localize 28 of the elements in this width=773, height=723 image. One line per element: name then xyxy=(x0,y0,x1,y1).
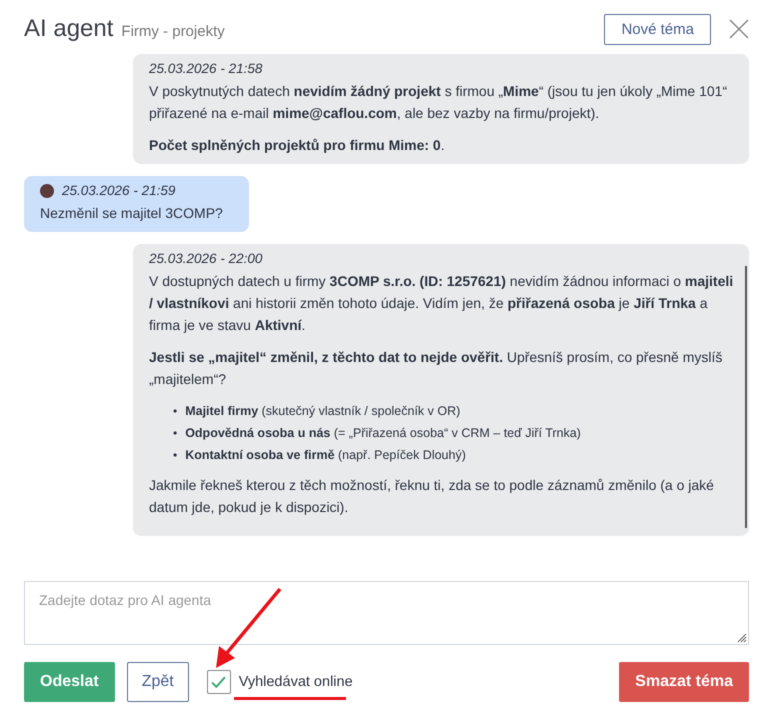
online-search-label[interactable]: Vyhledávat online xyxy=(238,674,353,690)
message-text: Nezměnil se majitel 3COMP? xyxy=(40,204,223,223)
message-timestamp: 25.03.2026 - 21:59 xyxy=(62,182,176,200)
avatar-icon xyxy=(40,184,54,198)
message-text: Jestli se „majitel“ změnil, z těchto dat to nejde ověřit. Upřesníš prosím, co přesně myslíš „majitelem“? xyxy=(149,348,724,389)
message-timestamp: 25.03.2026 - 21:58 xyxy=(149,60,262,78)
list-bullet: • xyxy=(173,447,178,464)
online-search-checkbox[interactable] xyxy=(206,670,231,694)
list-bullet: • xyxy=(173,425,178,442)
scrollbar-thumb[interactable] xyxy=(745,266,747,528)
list-item: Kontaktní osoba ve firmě (např. Pepíček Dlouhý) xyxy=(185,447,466,464)
close-icon[interactable] xyxy=(729,19,749,39)
message-text: V poskytnutých datech nevidím žádný projekt s firmou „Mime“ (jsou tu jen úkoly „Mime 101“ přiřazené na e-mail mime@caflou.com, ale bez vazby na firmu/projekt). xyxy=(149,82,728,123)
question-input-field[interactable]: Zadejte dotaz pro AI agenta xyxy=(24,581,749,645)
check-icon xyxy=(211,676,226,688)
back-button[interactable]: Zpět xyxy=(126,662,189,702)
message-text: Počet splněných projektů pro firmu Mime: 0. xyxy=(149,136,446,155)
message-text: V dostupných datech u firmy 3COMP s.r.o. (ID: 1257621) nevidím žádnou informaci o majiteli / vlastníkovi ani historii změn tohoto údaje. Vidím jen, že přiřazená osoba je Jiří Trnka a firma je ve stavu Aktivní. xyxy=(149,272,734,335)
dialog-title: AI agent xyxy=(24,15,114,43)
new-topic-button[interactable]: Nové téma xyxy=(604,14,711,44)
dialog-subtitle: Firmy - projekty xyxy=(121,22,225,40)
list-item: Odpovědná osoba u nás (= „Přiřazená osoba“ v CRM – teď Jiří Trnka) xyxy=(185,425,581,442)
list-item: Majitel firmy (skutečný vlastník / společník v OR) xyxy=(185,403,460,420)
message-timestamp: 25.03.2026 - 22:00 xyxy=(149,250,262,268)
message-text: Jakmile řekneš kterou z těch možností, řeknu ti, zda se to podle záznamů změnilo (a o jaké datum jde, pokud je k dispozici). xyxy=(149,476,715,517)
delete-topic-button[interactable]: Smazat téma xyxy=(619,662,749,702)
resize-grip-icon[interactable] xyxy=(735,631,747,643)
list-bullet: • xyxy=(173,403,178,420)
